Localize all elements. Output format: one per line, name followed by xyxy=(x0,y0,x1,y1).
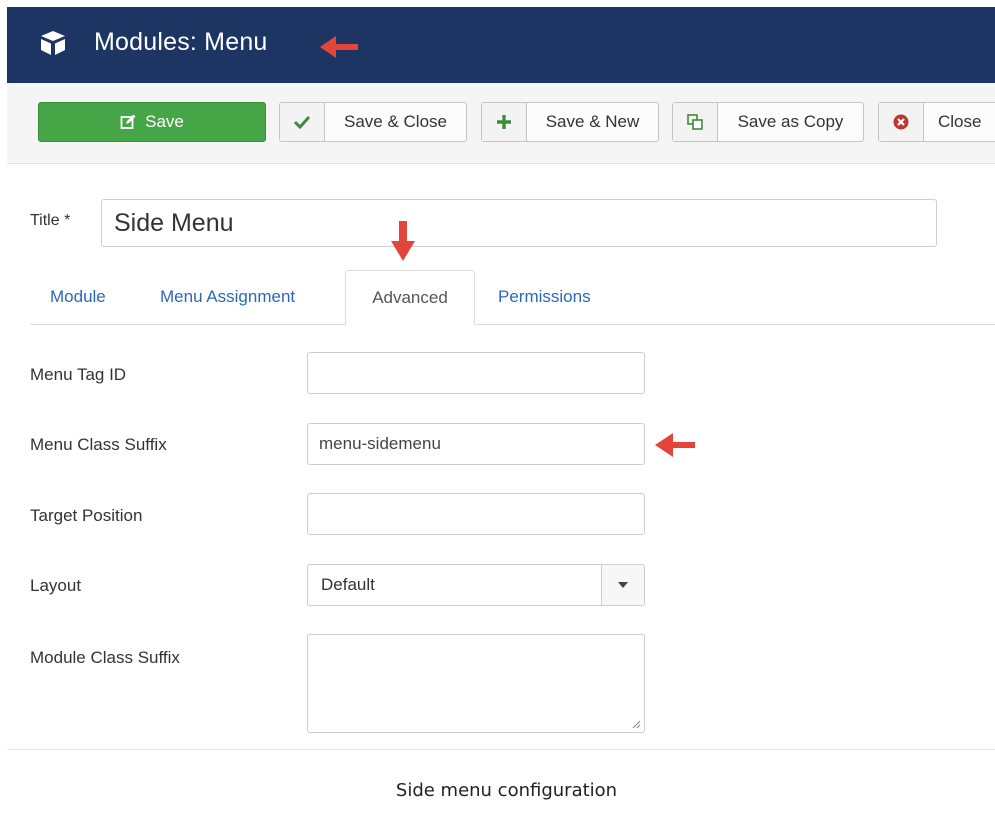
layout-select[interactable]: Default xyxy=(307,564,645,606)
layout-label: Layout xyxy=(30,576,82,595)
plus-icon xyxy=(482,103,527,141)
title-label: Title * xyxy=(30,212,71,229)
tab-menu-assignment[interactable]: Menu Assignment xyxy=(160,270,295,324)
annotation-arrow-class-suffix xyxy=(655,433,695,457)
save-button-label: Save xyxy=(145,112,184,131)
toolbar: Save Save & Close Save & New Save as Cop… xyxy=(7,83,995,164)
figure-caption: Side menu configuration xyxy=(395,780,618,801)
annotation-arrow-title xyxy=(320,36,358,58)
page-title: Modules: Menu xyxy=(94,28,268,56)
menu-class-suffix-label: Menu Class Suffix xyxy=(30,435,167,454)
module-class-suffix-label: Module Class Suffix xyxy=(30,648,180,667)
resize-grip-icon[interactable] xyxy=(631,719,641,729)
divider xyxy=(7,749,995,750)
target-position-input[interactable] xyxy=(307,493,645,535)
layout-select-value: Default xyxy=(321,575,375,594)
save-new-button[interactable]: Save & New xyxy=(481,102,659,142)
copy-icon xyxy=(673,103,718,141)
edit-icon xyxy=(120,114,136,129)
page-header: Modules: Menu xyxy=(7,7,995,83)
save-new-label: Save & New xyxy=(545,112,640,131)
close-label: Close xyxy=(938,112,982,131)
title-input[interactable]: Side Menu xyxy=(101,199,937,247)
tab-bar: Module Menu Assignment Advanced Permissi… xyxy=(30,270,995,325)
save-as-copy-label: Save as Copy xyxy=(737,112,844,131)
annotation-arrow-tab xyxy=(391,221,415,261)
save-close-button[interactable]: Save & Close xyxy=(279,102,467,142)
save-close-label: Save & Close xyxy=(344,112,447,131)
menu-tag-id-label: Menu Tag ID xyxy=(30,365,127,384)
chevron-down-icon[interactable] xyxy=(601,565,644,605)
close-button[interactable]: Close xyxy=(878,102,995,142)
target-position-label: Target Position xyxy=(30,506,143,525)
check-icon xyxy=(280,103,325,141)
tab-advanced[interactable]: Advanced xyxy=(345,270,475,325)
save-button[interactable]: Save xyxy=(38,102,266,142)
cube-icon xyxy=(41,31,65,55)
module-class-suffix-textarea[interactable] xyxy=(307,634,645,733)
menu-class-suffix-input[interactable]: menu-sidemenu xyxy=(307,423,645,465)
close-icon xyxy=(879,103,924,141)
menu-tag-id-input[interactable] xyxy=(307,352,645,394)
tab-permissions[interactable]: Permissions xyxy=(498,270,591,324)
save-as-copy-button[interactable]: Save as Copy xyxy=(672,102,864,142)
tab-module[interactable]: Module xyxy=(50,270,106,324)
